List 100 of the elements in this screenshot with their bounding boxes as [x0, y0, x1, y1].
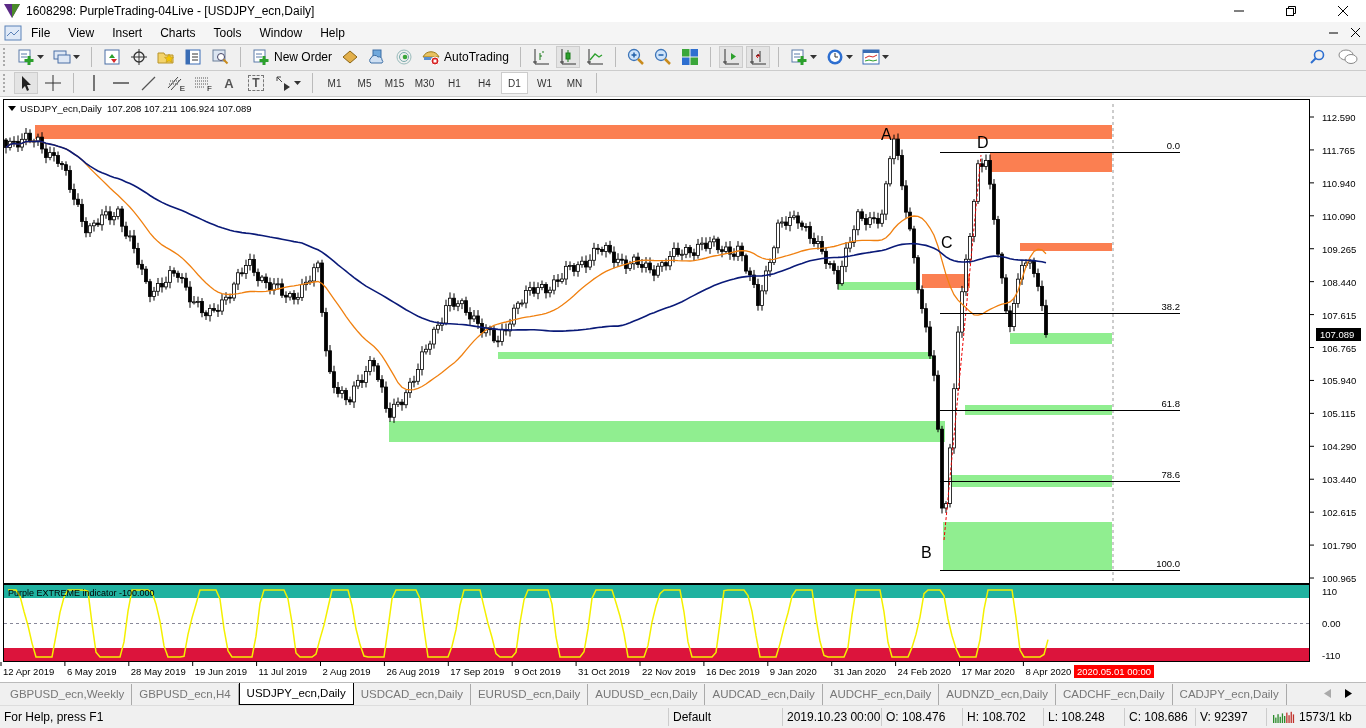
menu-item[interactable]: Charts	[151, 23, 205, 42]
status-low: L: 108.248	[1044, 708, 1125, 727]
horizontal-line-icon	[112, 82, 130, 85]
chart-plus-icon	[17, 48, 35, 67]
document-plus-icon	[789, 48, 808, 67]
date-axis-label: 26 Aug 2019	[386, 665, 440, 677]
chart-tab[interactable]: AUDCAD_ecn,Daily	[705, 684, 823, 706]
text-label-button[interactable]: T	[244, 72, 268, 95]
fibonacci-level-label: 78.6	[1161, 468, 1180, 480]
date-axis-label: 31 Jan 2020	[833, 665, 886, 677]
restore-icon	[1286, 6, 1296, 16]
status-traffic: 1573/1 kb	[1299, 710, 1352, 725]
timeframe-button[interactable]: MN	[561, 72, 588, 95]
chart-tab[interactable]: AUDNZD_ecn,Daily	[939, 684, 1056, 706]
menu-item[interactable]: File	[22, 23, 60, 42]
price-axis-label: 101.790	[1322, 539, 1357, 551]
status-open: O: 108.476	[882, 708, 963, 727]
date-axis-label: 2 Aug 2019	[322, 665, 371, 677]
menu-item[interactable]: Window	[250, 23, 312, 42]
fibonacci-level-label: 100.0	[1156, 557, 1180, 569]
triangle-logo-icon	[4, 4, 20, 18]
timeframe-button[interactable]: M5	[351, 72, 378, 95]
date-axis-label: 17 Sep 2019	[450, 665, 505, 677]
text-button[interactable]: A	[217, 72, 241, 95]
signal-icon	[395, 48, 413, 67]
search-icon[interactable]	[1309, 49, 1325, 66]
timeframe-button[interactable]: H1	[441, 72, 468, 95]
bar-chart-icon	[531, 48, 550, 67]
clock-icon	[825, 48, 844, 67]
chart-tab[interactable]: USDJPY_ecn,Daily	[238, 682, 354, 706]
indicator-axis-label: -110	[1322, 649, 1341, 661]
autotrading-button[interactable]: AutoTrading	[419, 46, 512, 69]
cloud-icon	[368, 48, 386, 67]
cursor-button[interactable]	[14, 72, 38, 95]
price-axis-label: 110.940	[1322, 177, 1356, 189]
chart-tab[interactable]: AUDCHF_ecn,Daily	[822, 684, 940, 706]
wave-point-label: A	[881, 125, 892, 143]
arrows-icon	[274, 74, 292, 93]
menu-item[interactable]: Help	[311, 23, 354, 42]
dropdown-icon[interactable]	[8, 105, 16, 111]
document-plus-icon	[252, 48, 270, 67]
price-axis-label: 111.765	[1322, 144, 1355, 156]
price-axis-label: 105.115	[1322, 408, 1356, 420]
chart-shift-button[interactable]	[745, 46, 770, 69]
chart-tab[interactable]: AUDUSD_ecn,Daily	[588, 684, 706, 706]
date-axis-label: 8 Apr 2020	[1025, 665, 1072, 677]
chat-icon[interactable]	[1338, 49, 1358, 66]
new-order-button[interactable]: New Order	[249, 46, 335, 69]
diagonal-line-icon	[139, 74, 157, 93]
crosshair-circle-icon	[130, 48, 148, 67]
chart-tab[interactable]: GBPUSD_ecn,Weekly	[3, 684, 133, 706]
timeframe-button[interactable]: M15	[381, 72, 408, 95]
connection-bars-icon	[1273, 710, 1295, 724]
menu-item[interactable]: Tools	[204, 23, 251, 42]
grid-icon	[680, 48, 699, 67]
scroll-right-icon[interactable]	[1344, 689, 1352, 699]
candle-chart-button[interactable]	[555, 46, 580, 69]
magnifier-window-icon	[211, 48, 229, 67]
autoscroll-button[interactable]	[718, 46, 743, 69]
chart-tab[interactable]: EURUSD_ecn,Daily	[470, 684, 589, 706]
date-axis-label: 6 May 2019	[66, 665, 117, 677]
indicator-axis-label: 110	[1322, 585, 1338, 597]
timeframe-button[interactable]: H4	[471, 72, 498, 95]
price-axis-label: 112.590	[1322, 111, 1356, 123]
timeframe-button[interactable]: D1	[501, 72, 528, 95]
chart-tab[interactable]: GBPUSD_ecn,H4	[132, 684, 239, 706]
window-title: 1608298: PurpleTrading-04Live - [USDJPY_ecn,Daily]	[26, 4, 315, 18]
chart-tab[interactable]: USDCAD_ecn,Daily	[353, 684, 471, 706]
crosshair-icon	[44, 74, 62, 93]
price-axis-label: 108.440	[1322, 276, 1357, 288]
price-axis-label: 107.615	[1322, 309, 1357, 321]
price-axis-label: 105.940	[1322, 375, 1357, 387]
scroll-left-icon[interactable]	[1324, 689, 1332, 699]
close-icon	[1338, 6, 1348, 16]
candlestick-icon	[558, 48, 577, 67]
date-axis-label: 9 Oct 2019	[514, 665, 561, 677]
date-axis-label: 12 Apr 2019	[3, 665, 55, 677]
current-price-label: 107.089	[1316, 327, 1361, 341]
price-axis-label: 103.440	[1322, 474, 1357, 485]
zoom-in-icon	[626, 48, 645, 67]
date-axis-label: 16 Dec 2019	[705, 665, 760, 677]
price-axis-label: 102.615	[1322, 506, 1357, 518]
chart-tab[interactable]: CADJPY_ecn,Daily	[1172, 684, 1287, 706]
fibonacci-level-label: 0.0	[1166, 139, 1180, 151]
timeframe-button[interactable]: W1	[531, 72, 558, 95]
windows-icon	[53, 48, 71, 67]
indicator-axis-label: 0.00	[1322, 617, 1341, 629]
indicator-window-icon	[861, 48, 880, 67]
channel-button[interactable]: E	[163, 72, 187, 95]
date-axis-label: 22 Nov 2019	[642, 665, 696, 677]
menu-item[interactable]: View	[59, 23, 104, 42]
zoom-out-icon	[653, 48, 672, 67]
price-axis-label: 109.265	[1322, 243, 1357, 255]
date-axis-label: 11 Jul 2019	[258, 665, 307, 677]
menu-item[interactable]: Insert	[103, 23, 152, 42]
timeframe-button[interactable]: M30	[411, 72, 438, 95]
chart-tab[interactable]: CADCHF_ecn,Daily	[1055, 684, 1173, 706]
fibo-button[interactable]: F	[190, 72, 214, 95]
timeframe-button[interactable]: M1	[321, 72, 348, 95]
play-axis-icon	[721, 48, 740, 67]
